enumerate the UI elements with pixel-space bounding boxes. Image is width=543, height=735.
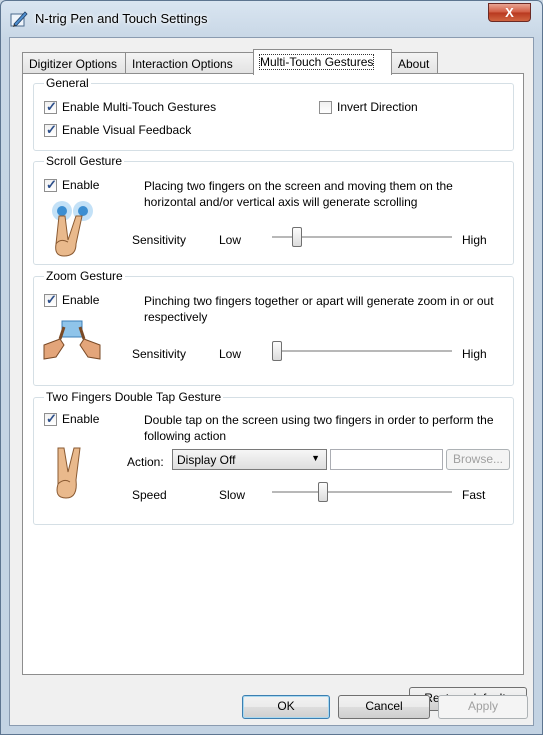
close-button[interactable]: X (488, 3, 531, 22)
slider-thumb[interactable] (318, 482, 328, 502)
sensitivity-label: Sensitivity (132, 347, 187, 361)
check-mark-icon: ✓ (46, 99, 57, 114)
close-icon: X (505, 5, 514, 20)
scroll-gesture-group: Scroll Gesture ✓ Enable Placing two fing… (33, 154, 514, 265)
double-tap-gesture-group: Two Fingers Double Tap Gesture ✓ Enable … (33, 390, 514, 525)
tab-interaction-options[interactable]: Interaction Options (125, 52, 254, 73)
slider-track (272, 350, 452, 353)
scroll-sensitivity-slider[interactable] (272, 226, 452, 250)
button-label: Cancel (365, 699, 403, 713)
checkbox-label: Enable Visual Feedback (62, 123, 192, 137)
checkbox-label: Enable (62, 293, 100, 307)
speed-label: Speed (132, 488, 167, 502)
checkbox-box: ✓ (44, 411, 57, 426)
checkbox-label: Invert Direction (337, 100, 418, 114)
action-path-input[interactable] (330, 449, 443, 470)
checkbox-label: Enable Multi-Touch Gestures (62, 100, 217, 114)
group-legend: Scroll Gesture (44, 154, 125, 168)
action-selected-value: Display Off (177, 453, 236, 467)
checkbox-label: Enable (62, 412, 100, 426)
high-label: High (462, 233, 487, 247)
dialog-client-area: Digitizer Options Interaction Options Mu… (9, 37, 534, 726)
slider-track (272, 491, 452, 494)
fast-label: Fast (462, 488, 486, 502)
button-label: Browse... (452, 452, 503, 466)
cancel-button[interactable]: Cancel (338, 695, 430, 719)
check-mark-icon: ✓ (46, 122, 57, 137)
general-group: General ✓ Enable Multi-Touch Gestures In… (33, 76, 514, 151)
action-label: Action: (127, 455, 164, 469)
group-legend: Two Fingers Double Tap Gesture (44, 390, 224, 404)
tab-label: Multi-Touch Gestures (258, 54, 375, 70)
checkbox-box (319, 101, 332, 114)
tab-about[interactable]: About (391, 52, 438, 73)
pen-tablet-icon (10, 11, 28, 27)
title-bar[interactable]: N-trig Pen and Touch Settings X (1, 1, 542, 37)
checkbox-box: ✓ (44, 122, 57, 137)
slider-thumb[interactable] (292, 227, 302, 247)
settings-window: N-trig Pen and Touch Settings X Digitize… (0, 0, 543, 735)
action-dropdown[interactable]: Display Off ▼ (172, 449, 327, 470)
zoom-description: Pinching two fingers together or apart w… (144, 294, 494, 324)
scroll-description: Placing two fingers on the screen and mo… (144, 179, 453, 209)
browse-button[interactable]: Browse... (446, 449, 510, 470)
button-label: Apply (467, 699, 499, 713)
checkbox-box: ✓ (44, 177, 57, 192)
group-legend: General (44, 76, 91, 90)
tab-label: Interaction Options (132, 57, 233, 71)
zoom-sensitivity-slider[interactable] (272, 340, 452, 364)
window-title: N-trig Pen and Touch Settings (35, 11, 208, 26)
group-legend: Zoom Gesture (44, 269, 125, 283)
slow-label: Slow (219, 488, 246, 502)
checkbox-box: ✓ (44, 292, 57, 307)
two-finger-tap-icon (56, 447, 81, 499)
double-tap-speed-slider[interactable] (272, 481, 452, 505)
tab-label: Digitizer Options (29, 57, 118, 71)
two-finger-scroll-icon (52, 201, 93, 257)
low-label: Low (219, 347, 242, 361)
apply-button[interactable]: Apply (438, 695, 528, 719)
ok-button[interactable]: OK (242, 695, 330, 719)
high-label: High (462, 347, 487, 361)
double-tap-description: Double tap on the screen using two finge… (144, 413, 494, 443)
button-label: OK (277, 699, 295, 713)
low-label: Low (219, 233, 242, 247)
zoom-gesture-group: Zoom Gesture ✓ Enable Pinching two finge… (33, 269, 514, 386)
tab-multi-touch-gestures[interactable]: Multi-Touch Gestures (253, 49, 392, 75)
checkbox-box: ✓ (44, 99, 57, 114)
check-mark-icon: ✓ (46, 292, 57, 307)
check-mark-icon: ✓ (46, 411, 57, 426)
check-mark-icon: ✓ (46, 177, 57, 192)
multi-touch-gestures-page: General ✓ Enable Multi-Touch Gestures In… (22, 73, 527, 711)
tab-label: About (398, 57, 430, 71)
tab-digitizer-options[interactable]: Digitizer Options (22, 52, 126, 73)
chevron-down-icon: ▼ (311, 453, 320, 463)
two-hand-pinch-icon (43, 320, 101, 360)
checkbox-label: Enable (62, 178, 100, 192)
sensitivity-label: Sensitivity (132, 233, 187, 247)
slider-thumb[interactable] (272, 341, 282, 361)
